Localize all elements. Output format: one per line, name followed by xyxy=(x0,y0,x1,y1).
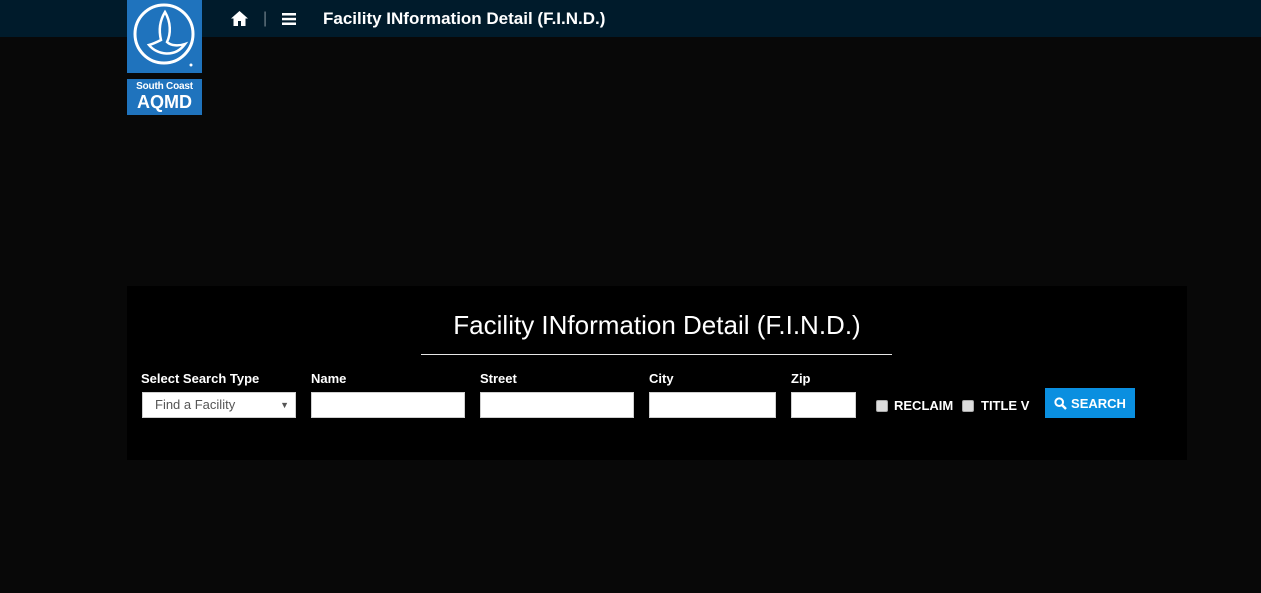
search-type-select[interactable]: Find a Facility ▼ xyxy=(142,392,296,418)
home-button[interactable] xyxy=(230,0,249,37)
search-button-label: SEARCH xyxy=(1071,395,1126,411)
search-panel: Facility INformation Detail (F.I.N.D.) S… xyxy=(127,286,1187,460)
street-label: Street xyxy=(480,371,517,386)
nav-separator: | xyxy=(263,9,268,27)
logo-line1: South Coast xyxy=(136,81,193,92)
search-button[interactable]: SEARCH xyxy=(1045,388,1135,418)
hamburger-menu-icon xyxy=(282,12,296,25)
reclaim-label[interactable]: RECLAIM xyxy=(894,398,953,413)
page-title: Facility INformation Detail (F.I.N.D.) xyxy=(323,8,606,28)
logo-line2: AQMD xyxy=(137,92,192,112)
name-input[interactable] xyxy=(311,392,465,418)
logo-text: South Coast AQMD xyxy=(127,79,202,115)
search-type-label: Select Search Type xyxy=(141,371,260,386)
aqmd-logo[interactable]: South Coast AQMD xyxy=(127,0,202,115)
city-label: City xyxy=(649,371,674,386)
city-input[interactable] xyxy=(649,392,776,418)
home-icon xyxy=(231,11,248,26)
zip-input[interactable] xyxy=(791,392,856,418)
panel-heading: Facility INformation Detail (F.I.N.D.) xyxy=(453,310,861,340)
title-v-checkbox[interactable] xyxy=(962,400,974,412)
street-input[interactable] xyxy=(480,392,634,418)
dropdown-caret-icon: ▼ xyxy=(280,400,289,410)
search-icon xyxy=(1054,396,1067,410)
reclaim-checkbox[interactable] xyxy=(876,400,888,412)
menu-button[interactable] xyxy=(281,0,297,37)
heading-divider xyxy=(421,354,892,355)
title-v-label[interactable]: TITLE V xyxy=(981,398,1029,413)
search-type-value: Find a Facility xyxy=(155,397,236,412)
name-label: Name xyxy=(311,371,347,386)
bird-emblem-icon xyxy=(127,0,202,73)
zip-label: Zip xyxy=(791,371,811,386)
